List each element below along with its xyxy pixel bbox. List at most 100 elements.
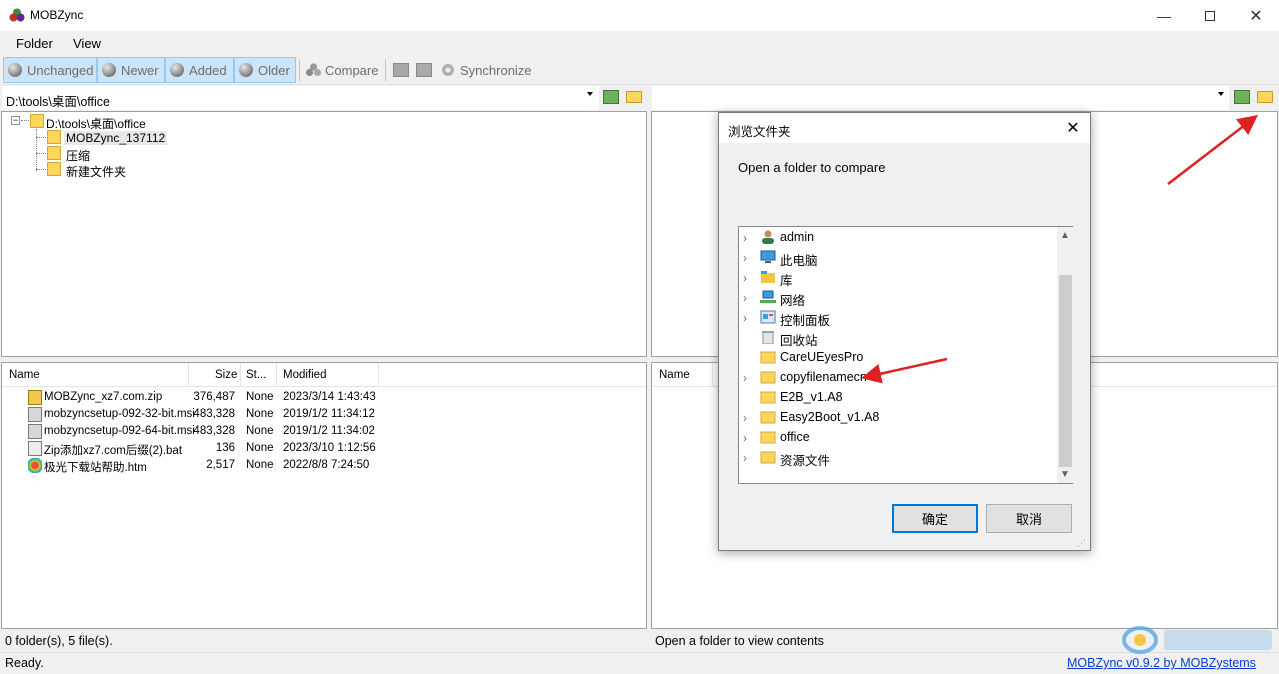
dialog-close-button[interactable]: ✕ bbox=[1062, 117, 1084, 139]
resize-grip-icon[interactable]: ⋰ bbox=[1077, 538, 1086, 549]
compare-button[interactable]: Compare bbox=[305, 57, 378, 83]
control-panel-icon bbox=[760, 310, 776, 324]
folder-browser-tree[interactable]: › admin › 此电脑 › 库 › 网络 › 控制面板 回收站 CareUE… bbox=[738, 226, 1073, 484]
watermark-logo-icon bbox=[1122, 626, 1272, 654]
folder-tree-item[interactable]: CareUEyesPro bbox=[739, 347, 1055, 367]
newer-ball-icon bbox=[102, 63, 116, 77]
folder-tree-item[interactable]: › 控制面板 bbox=[739, 307, 1055, 328]
column-modified[interactable]: Modified bbox=[283, 369, 326, 381]
menu-folder[interactable]: Folder bbox=[16, 36, 53, 51]
left-path-dropdown-icon[interactable] bbox=[587, 92, 593, 96]
htm-icon bbox=[28, 458, 42, 473]
scroll-up-icon[interactable]: ▲ bbox=[1060, 230, 1070, 241]
file-modified: 2019/1/2 11:34:02 bbox=[283, 425, 375, 437]
tree-item[interactable]: 新建文件夹 bbox=[66, 163, 126, 180]
table-row[interactable]: Zip添加xz7.com后缀(2).bat 136 None 2023/3/10… bbox=[2, 440, 647, 457]
maximize-button[interactable] bbox=[1187, 0, 1233, 31]
folder-tree-item[interactable]: › 库 bbox=[739, 267, 1055, 288]
expand-chevron-icon[interactable]: › bbox=[743, 451, 747, 465]
right-path-combo[interactable] bbox=[652, 86, 1229, 110]
tree-item[interactable]: 压缩 bbox=[66, 147, 90, 164]
title-bar bbox=[0, 0, 1279, 31]
synchronize-button[interactable]: Synchronize bbox=[439, 57, 532, 83]
copy-right-icon bbox=[393, 63, 409, 77]
unchanged-ball-icon bbox=[8, 63, 22, 77]
toolbar-separator bbox=[299, 59, 300, 81]
left-folder-tree[interactable]: − D:\tools\桌面\office MOBZync_137112 压缩 新… bbox=[1, 111, 647, 357]
file-name: 极光下载站帮助.htm bbox=[44, 462, 147, 474]
left-open-folder-button[interactable] bbox=[626, 91, 642, 103]
table-row[interactable]: 极光下载站帮助.htm 2,517 None 2022/8/8 7:24:50 bbox=[2, 457, 647, 474]
library-icon bbox=[761, 271, 775, 283]
file-name: mobzyncsetup-092-32-bit.msi bbox=[44, 408, 195, 420]
right-path-dropdown-icon[interactable] bbox=[1218, 92, 1224, 96]
expand-chevron-icon[interactable]: › bbox=[743, 231, 747, 245]
list-header: Name Size St... Modified bbox=[2, 363, 646, 387]
file-size: 136 bbox=[215, 442, 235, 454]
folder-tree-item[interactable]: 回收站 bbox=[739, 327, 1055, 348]
right-open-folder-button[interactable] bbox=[1257, 91, 1273, 103]
unchanged-label: Unchanged bbox=[27, 62, 94, 78]
column-status[interactable]: St... bbox=[246, 369, 266, 381]
left-status-text: 0 folder(s), 5 file(s). bbox=[5, 634, 113, 648]
newer-label: Newer bbox=[121, 62, 159, 78]
file-size: 376,487 bbox=[193, 391, 235, 403]
folder-tree-item[interactable]: › 资源文件 bbox=[739, 447, 1055, 468]
folder-tree-item[interactable]: › 网络 bbox=[739, 287, 1055, 308]
compare-label: Compare bbox=[325, 62, 379, 78]
newer-toggle[interactable]: Newer bbox=[97, 57, 165, 83]
file-name: Zip添加xz7.com后缀(2).bat bbox=[44, 445, 183, 457]
folder-tree-item[interactable]: E2B_v1.A8 bbox=[739, 387, 1055, 407]
folder-icon bbox=[760, 431, 776, 444]
left-parent-folder-button[interactable] bbox=[603, 90, 619, 104]
expand-chevron-icon[interactable]: › bbox=[743, 311, 747, 325]
folder-tree-item[interactable]: › copyfilenamecn bbox=[739, 367, 1055, 387]
msi-icon bbox=[28, 424, 42, 439]
copy-left-button[interactable] bbox=[416, 57, 435, 83]
expand-chevron-icon[interactable]: › bbox=[743, 251, 747, 265]
close-icon: ✕ bbox=[1066, 120, 1080, 137]
column-size[interactable]: Size bbox=[215, 369, 237, 381]
copy-left-icon bbox=[416, 63, 432, 77]
expand-chevron-icon[interactable]: › bbox=[743, 271, 747, 285]
copy-right-button[interactable] bbox=[393, 57, 412, 83]
unchanged-toggle[interactable]: Unchanged bbox=[3, 57, 97, 83]
folder-tree-item[interactable]: › admin bbox=[739, 227, 1055, 247]
tree-item[interactable]: MOBZync_137112 bbox=[64, 131, 168, 145]
ok-button[interactable]: 确定 bbox=[892, 504, 978, 533]
older-label: Older bbox=[258, 62, 290, 78]
file-size: 2,517 bbox=[206, 459, 235, 471]
expand-chevron-icon[interactable]: › bbox=[743, 371, 747, 385]
menu-view[interactable]: View bbox=[73, 36, 101, 51]
recycle-bin-icon bbox=[762, 331, 774, 344]
tree-collapse-icon[interactable]: − bbox=[11, 116, 20, 125]
expand-chevron-icon[interactable]: › bbox=[743, 431, 747, 445]
expand-chevron-icon[interactable]: › bbox=[743, 291, 747, 305]
left-file-list[interactable]: Name Size St... Modified MOBZync_xz7.com… bbox=[1, 362, 647, 629]
scrollbar-thumb[interactable] bbox=[1059, 275, 1072, 467]
added-toggle[interactable]: Added bbox=[165, 57, 234, 83]
scroll-down-icon[interactable]: ▼ bbox=[1060, 469, 1070, 480]
column-name[interactable]: Name bbox=[659, 369, 690, 381]
menu-bar bbox=[0, 31, 1279, 55]
table-row[interactable]: MOBZync_xz7.com.zip 376,487 None 2023/3/… bbox=[2, 389, 647, 406]
folder-tree-item[interactable]: › office bbox=[739, 427, 1055, 447]
cancel-button[interactable]: 取消 bbox=[986, 504, 1072, 533]
folder-tree-item[interactable]: › Easy2Boot_v1.A8 bbox=[739, 407, 1055, 427]
folder-tree-item[interactable]: › 此电脑 bbox=[739, 247, 1055, 268]
table-row[interactable]: mobzyncsetup-092-64-bit.msi 483,328 None… bbox=[2, 423, 647, 440]
table-row[interactable]: mobzyncsetup-092-32-bit.msi 483,328 None… bbox=[2, 406, 647, 423]
close-button[interactable]: ✕ bbox=[1233, 0, 1279, 31]
right-parent-folder-button[interactable] bbox=[1234, 90, 1250, 104]
folder-icon bbox=[47, 162, 61, 176]
compare-icon bbox=[305, 63, 322, 77]
expand-chevron-icon[interactable]: › bbox=[743, 411, 747, 425]
older-toggle[interactable]: Older bbox=[234, 57, 296, 83]
minimize-icon: — bbox=[1157, 7, 1171, 24]
column-name[interactable]: Name bbox=[9, 369, 40, 381]
parent-folder-icon bbox=[1234, 90, 1250, 104]
minimize-button[interactable]: — bbox=[1141, 0, 1187, 31]
synchronize-label: Synchronize bbox=[460, 62, 532, 78]
msi-icon bbox=[28, 407, 42, 422]
toolbar-separator bbox=[385, 59, 386, 81]
